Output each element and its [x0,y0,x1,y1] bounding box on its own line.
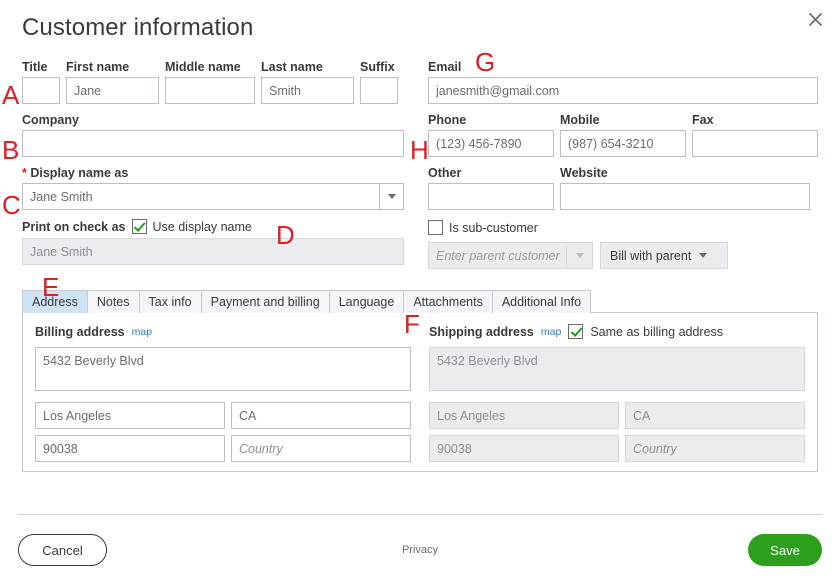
company-input[interactable] [22,130,404,157]
display-name-select-input[interactable] [22,183,404,210]
first-name-label: First name [66,60,130,74]
shipping-address-header: Shipping address map Same as billing add… [429,323,805,340]
same-as-billing-label: Same as billing address [590,324,724,339]
close-x-icon [806,10,825,29]
shipping-address-heading: Shipping address [429,324,534,339]
other-label: Other [428,166,462,180]
print-on-check-input [22,238,404,265]
middle-name-label: Middle name [165,60,241,74]
sub-customer-row: Is sub-customer [428,220,818,235]
billing-city-state-row [35,402,411,429]
other-website-row: Other Website [428,166,818,210]
display-name-label-text: Display name as [30,166,129,180]
is-sub-customer-checkbox[interactable] [428,220,443,235]
mobile-input[interactable] [560,130,686,157]
parent-customer-placeholder: Enter parent customer [436,248,560,263]
middle-name-input[interactable] [165,77,255,104]
email-field-group: Email [428,60,818,104]
use-display-name-checkbox[interactable] [131,219,147,234]
shipping-map-link[interactable]: map [541,326,561,338]
shipping-country-input [625,435,805,462]
title-label: Title [22,60,48,74]
save-button[interactable]: Save [748,534,822,566]
annotation-letter-c: C [2,190,21,220]
website-label: Website [560,166,608,180]
shipping-zip-country-row [429,435,805,462]
mobile-label: Mobile [560,113,600,127]
other-input[interactable] [428,183,554,210]
print-on-check-row: Print on check as Use display name [22,219,404,234]
suffix-label: Suffix [360,60,395,74]
billing-country-input[interactable] [231,435,411,462]
tab-address[interactable]: Address [22,290,88,313]
footer-divider [18,514,822,515]
required-mark: * [22,166,27,180]
shipping-address-section: Shipping address map Same as billing add… [429,323,805,462]
billing-address-heading: Billing address [35,324,125,339]
shipping-city-input [429,402,619,429]
address-tab-panel: Billing address map Shipping address map… [22,312,818,472]
same-as-billing-checkbox[interactable] [568,324,584,339]
tab-attachments[interactable]: Attachments [403,290,493,313]
tab-additional-info[interactable]: Additional Info [491,290,592,313]
display-name-dropdown-button[interactable] [379,183,404,210]
tab-language[interactable]: Language [328,290,405,313]
left-form-column: Title First name Middle name Last name S… [22,60,404,265]
tab-bar: Address Notes Tax info Payment and billi… [22,290,592,313]
company-field-group: Company [22,113,404,157]
billing-address-header: Billing address map [35,323,411,340]
annotation-letter-h: H [410,135,429,165]
email-label: Email [428,60,462,74]
shipping-street-input [429,347,805,391]
title-input[interactable] [22,77,60,104]
page-title: Customer information [22,14,254,41]
annotation-letter-a: A [2,80,20,110]
website-input[interactable] [560,183,810,210]
billing-street-input[interactable] [35,347,411,391]
last-name-input[interactable] [261,77,354,104]
shipping-state-input [625,402,805,429]
parent-customer-select[interactable]: Enter parent customer [428,242,593,269]
shipping-zip-input [429,435,619,462]
name-row: Title First name Middle name Last name S… [22,60,404,104]
print-on-check-label: Print on check as [22,219,126,234]
tab-notes[interactable]: Notes [86,290,140,313]
billing-zip-country-row [35,435,411,462]
chevron-down-icon [388,194,396,199]
fax-label: Fax [692,113,714,127]
first-name-input[interactable] [66,77,159,104]
chevron-down-icon [575,253,584,258]
chevron-down-icon [699,253,708,258]
tab-tax-info[interactable]: Tax info [138,290,202,313]
use-display-name-label: Use display name [152,219,252,234]
close-button[interactable] [800,4,830,34]
company-label: Company [22,113,79,127]
privacy-link[interactable]: Privacy [0,544,840,556]
billing-map-link[interactable]: map [132,326,152,338]
suffix-input[interactable] [360,77,398,104]
billing-city-input[interactable] [35,402,225,429]
billing-state-input[interactable] [231,402,411,429]
display-name-label: * Display name as [22,166,404,180]
tab-payment-billing[interactable]: Payment and billing [200,290,330,313]
right-form-column: Email Phone Mobile Fax Other Website Is … [428,60,818,269]
bill-with-parent-label: Bill with parent [610,248,692,263]
phone-row: Phone Mobile Fax [428,113,818,157]
email-input[interactable] [428,77,818,104]
billing-zip-input[interactable] [35,435,225,462]
display-name-group: * Display name as [22,166,404,210]
annotation-letter-b: B [2,135,20,165]
last-name-label: Last name [261,60,323,74]
fax-input[interactable] [692,130,818,157]
parent-customer-dropdown-button[interactable] [566,243,592,268]
is-sub-customer-label: Is sub-customer [449,220,538,235]
bill-with-parent-select[interactable]: Bill with parent [600,242,728,269]
billing-address-section: Billing address map [35,323,411,462]
parent-customer-row: Enter parent customer Bill with parent [428,242,818,269]
shipping-city-state-row [429,402,805,429]
phone-input[interactable] [428,130,554,157]
phone-label: Phone [428,113,467,127]
